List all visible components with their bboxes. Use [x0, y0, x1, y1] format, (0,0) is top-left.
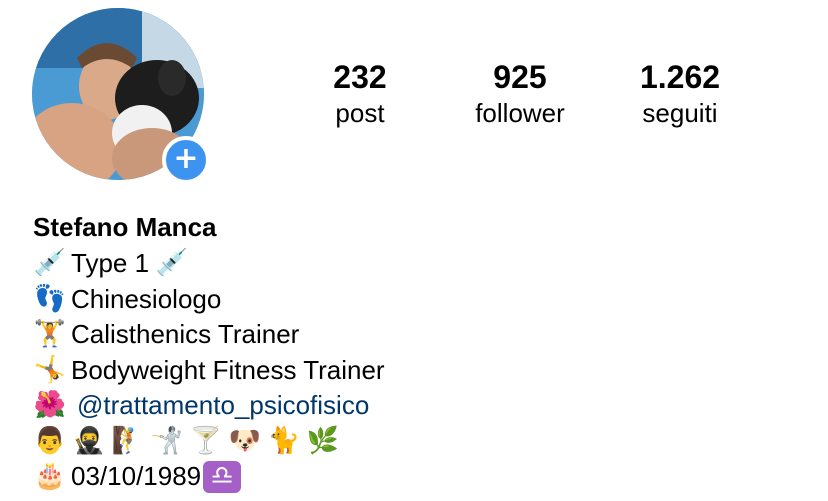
cartwheel-icon: 🤸	[33, 354, 67, 385]
fencer-icon: 🤺	[150, 425, 184, 456]
followers-count: 925	[493, 59, 547, 95]
bio-line-type1: 💉 Type 1 💉	[33, 246, 813, 282]
add-story-button[interactable]: +	[162, 136, 210, 184]
posts-label: post	[335, 98, 385, 128]
bio-line-calisthenics: 🏋 Calisthenics Trainer	[33, 317, 813, 353]
man-icon: 👨	[33, 425, 67, 456]
stat-following[interactable]: 1.262 seguiti	[600, 58, 760, 130]
bio-line-text: Type 1	[71, 248, 150, 278]
birthday-date: 03/10/1989	[71, 461, 202, 491]
mention-link[interactable]: @trattamento_psicofisico	[77, 388, 369, 424]
following-count: 1.262	[639, 59, 721, 95]
posts-count: 232	[333, 59, 387, 95]
libra-icon: ♎	[203, 460, 242, 493]
hibiscus-icon: 🌺	[33, 390, 67, 420]
syringe-icon: 💉	[33, 248, 67, 278]
climber-icon: 🧗	[111, 425, 145, 456]
plus-icon: +	[173, 141, 199, 176]
ninja-icon: 🥷	[72, 425, 106, 456]
followers-label: follower	[475, 98, 565, 128]
bio-line-bodyweight: 🤸 Bodyweight Fitness Trainer	[33, 353, 813, 389]
cat-icon: 🐈	[267, 425, 301, 456]
stat-followers[interactable]: 925 follower	[440, 58, 600, 130]
profile-name: Stefano Manca	[33, 212, 217, 242]
bio-emoji-row: 👨 🥷 🧗 🤺 🍸 🐶 🐈 🌿	[33, 424, 813, 460]
birthday-cake-icon: 🎂	[33, 461, 67, 491]
profile-stats: 232 post 925 follower 1.262 seguiti	[280, 58, 800, 138]
bio-line-text: Bodyweight Fitness Trainer	[71, 354, 385, 385]
weightlifter-icon: 🏋	[33, 319, 67, 349]
bio-line-text: Calisthenics Trainer	[71, 319, 300, 349]
profile-bio: Stefano Manca 💉 Type 1 💉 👣 Chinesiologo …	[33, 208, 813, 495]
bio-line-chinesiologo: 👣 Chinesiologo	[33, 282, 813, 318]
footprints-icon: 👣	[33, 283, 67, 314]
herb-icon: 🌿	[306, 425, 340, 456]
bio-line-mention: 🌺 @trattamento_psicofisico	[33, 388, 813, 424]
profile-header: + 232 post 925 follower 1.262 seguiti	[0, 0, 828, 200]
dog-icon: 🐶	[228, 425, 262, 456]
cocktail-icon: 🍸	[189, 425, 223, 456]
syringe-icon: 💉	[155, 248, 189, 278]
following-label: seguiti	[642, 98, 718, 128]
bio-line-text: Chinesiologo	[71, 283, 222, 314]
avatar-container: +	[32, 8, 210, 184]
bio-line-birthday: 🎂 03/10/1989 ♎	[33, 459, 813, 495]
stat-posts[interactable]: 232 post	[280, 58, 440, 130]
